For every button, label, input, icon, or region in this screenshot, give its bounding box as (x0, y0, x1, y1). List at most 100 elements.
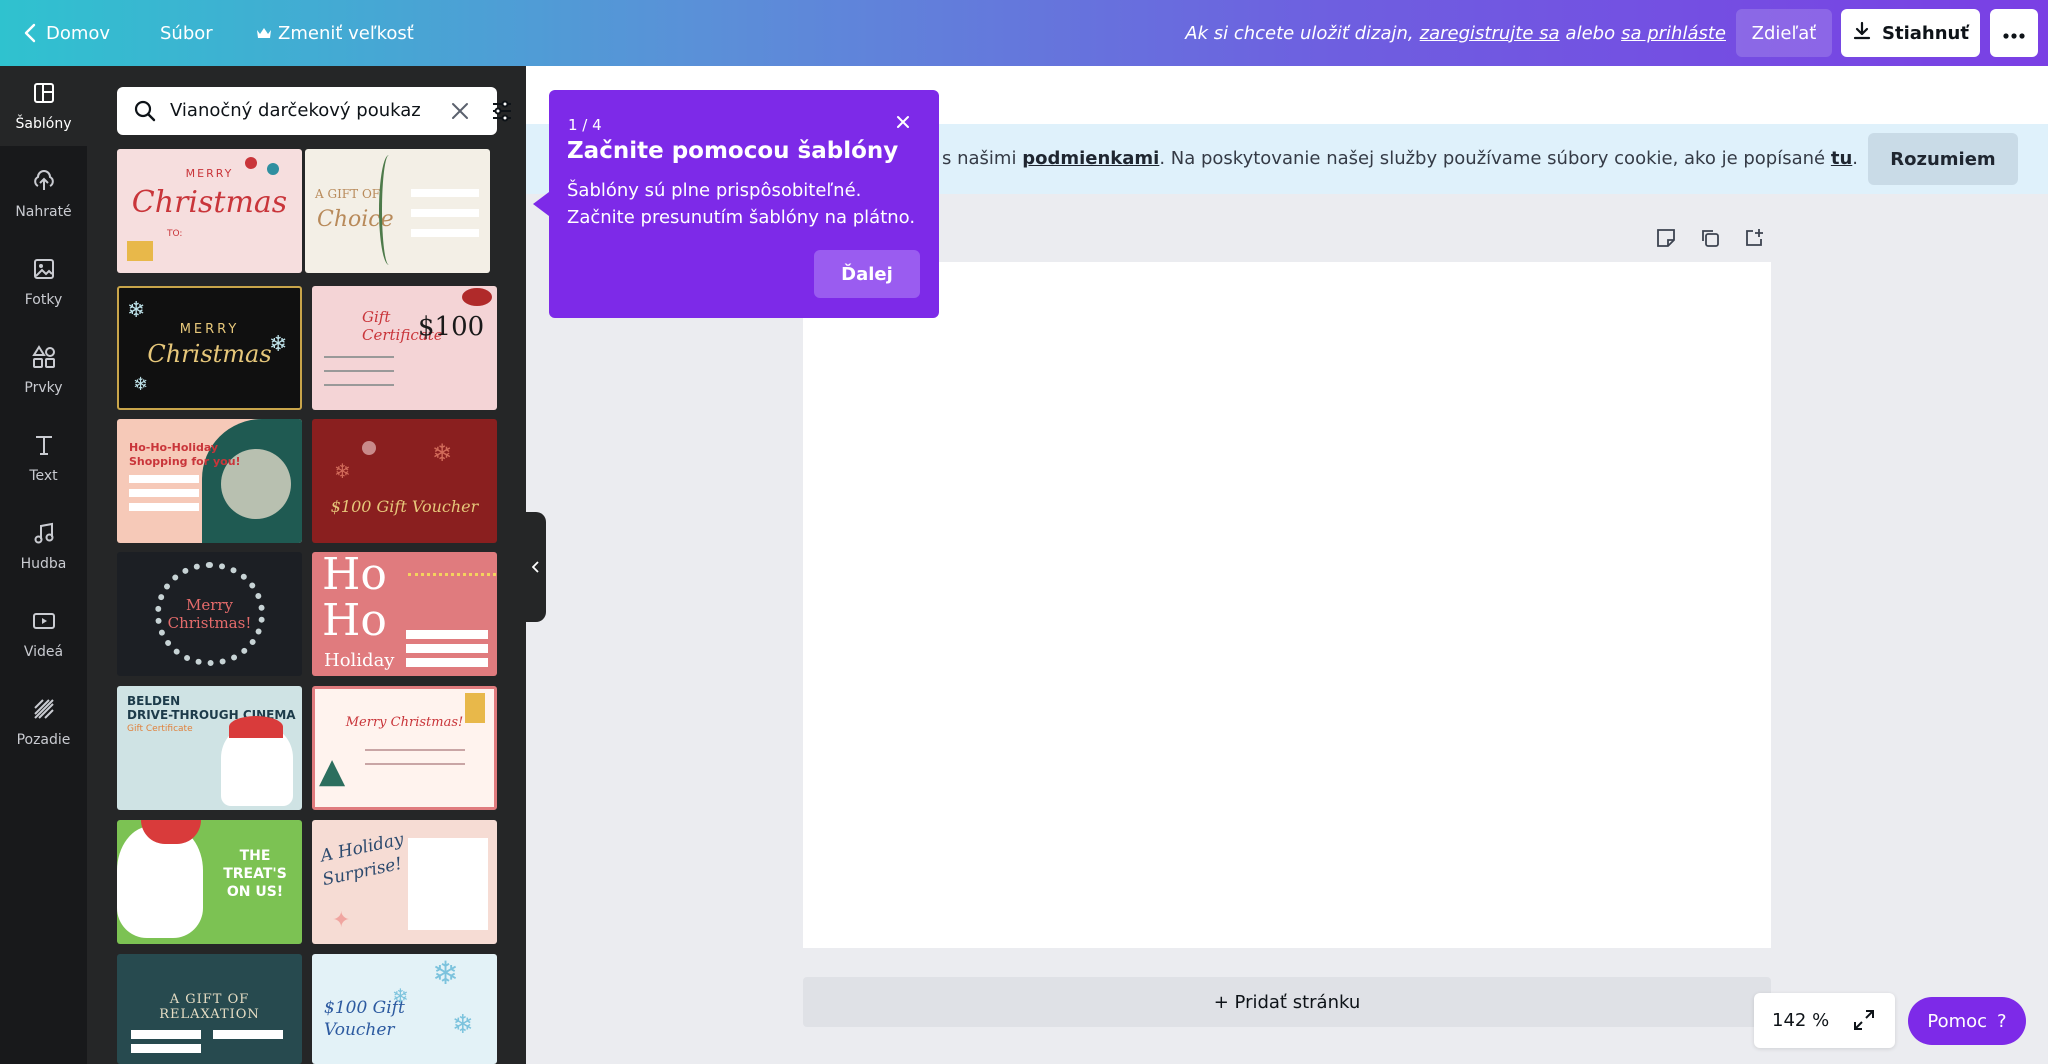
template-thumbnail[interactable]: MERRY Christmas ❄ ❄ ❄ (117, 286, 302, 410)
help-button[interactable]: Pomoc ? (1908, 997, 2026, 1045)
form-field (129, 503, 199, 511)
sidebar-item-label: Hudba (20, 556, 67, 572)
templates-panel: Vianočný darčekový poukaz MERRY Christma… (87, 66, 526, 1064)
chevron-left-icon (531, 558, 540, 577)
template-thumbnail[interactable]: BELDEN DRIVE-THROUGH CINEMA Gift Certifi… (117, 686, 302, 810)
resize-label: Zmeniť veľkosť (278, 22, 414, 44)
template-text: ON US! (226, 884, 284, 900)
filter-icon[interactable] (490, 99, 514, 127)
form-field (129, 489, 199, 497)
sidebar-item-text[interactable]: Text (0, 418, 87, 498)
share-button[interactable]: Zdieľať (1736, 9, 1832, 57)
elements-icon (31, 344, 57, 374)
fullscreen-icon[interactable] (1852, 1008, 1876, 1036)
poinsettia-icon (462, 288, 492, 306)
download-label: Stiahnuť (1882, 22, 1969, 44)
template-thumbnail[interactable]: Merry Christmas! (117, 552, 302, 676)
sidebar-item-templates[interactable]: Šablóny (0, 66, 87, 146)
template-thumbnail[interactable]: $100 Gift Voucher ❄ ❄ (312, 419, 497, 543)
template-text: TO: (167, 229, 183, 239)
ornament-icon (362, 441, 376, 455)
template-thumbnail[interactable]: Merry Christmas! ▲ (312, 686, 497, 810)
template-thumbnail[interactable]: A GIFT OF RELAXATION (117, 954, 302, 1064)
cookie-policy-link[interactable]: tu (1831, 148, 1852, 169)
cookie-text: s našimi podmienkami. Na poskytovanie na… (942, 124, 1858, 194)
clear-search-icon[interactable] (450, 101, 470, 125)
login-link[interactable]: sa prihláste (1621, 23, 1726, 44)
template-text: Merry (185, 596, 234, 614)
sidebar-item-label: Videá (23, 644, 64, 660)
upload-icon (31, 168, 57, 198)
zoom-control[interactable]: 142 % (1754, 993, 1895, 1048)
copy-icon (1699, 227, 1721, 253)
add-page-icon-button[interactable] (1740, 226, 1768, 254)
save-prompt: Ak si chcete uložiť dizajn, zaregistrujt… (1185, 0, 1726, 66)
template-text: Gift Certificate (127, 724, 193, 734)
close-icon[interactable] (896, 114, 910, 133)
more-button[interactable] (1990, 9, 2038, 57)
template-text: Ho (322, 552, 387, 600)
template-thumbnail[interactable]: Ho-Ho-Holiday Shopping for you! (117, 419, 302, 543)
template-thumbnail[interactable]: A Holiday Surprise! ✦ (312, 820, 497, 944)
sidebar-item-photos[interactable]: Fotky (0, 242, 87, 322)
register-link[interactable]: zaregistrujte sa (1420, 23, 1560, 44)
download-button[interactable]: Stiahnuť (1841, 9, 1980, 57)
template-thumbnail[interactable]: Gift Certificate $100 (312, 286, 497, 410)
collapse-panel-button[interactable] (526, 512, 546, 622)
understand-button[interactable]: Rozumiem (1868, 133, 2018, 185)
snowflake-icon: ❄ (392, 984, 409, 1008)
search-icon (133, 99, 157, 127)
prompt-prefix: Ak si chcete uložiť dizajn, (1185, 22, 1414, 44)
help-label: Pomoc (1927, 1010, 1988, 1032)
star-icon: ✦ (332, 908, 351, 933)
design-canvas[interactable] (803, 262, 1771, 948)
resize-button[interactable]: Zmeniť veľkosť (256, 0, 414, 66)
template-text: THE (239, 848, 271, 864)
cookie-text-prefix: s našimi (942, 148, 1017, 169)
form-field (131, 1044, 201, 1053)
snowflake-icon: ❄ (334, 459, 351, 483)
file-menu-button[interactable]: Súbor (160, 0, 213, 66)
search-input[interactable]: Vianočný darčekový poukaz (170, 87, 421, 135)
add-page-label: + Pridať stránku (1213, 991, 1361, 1013)
santa-face (221, 726, 293, 806)
snowflake-icon: ❄ (432, 439, 453, 467)
page-notes-button[interactable] (1652, 226, 1680, 254)
home-button[interactable]: Domov (24, 0, 110, 66)
text-icon (31, 432, 57, 462)
form-line (365, 763, 465, 765)
sidebar-item-background[interactable]: Pozadie (0, 682, 87, 762)
sidebar-item-label: Prvky (24, 380, 63, 396)
add-page-button[interactable]: + Pridať stránku (803, 977, 1771, 1027)
template-thumbnail[interactable]: MERRY Christmas TO: (117, 149, 302, 273)
tooltip-step: 1 / 4 (568, 116, 602, 134)
template-thumbnail[interactable]: $100 Gift Voucher ❄ ❄ ❄ (312, 954, 497, 1064)
template-thumbnail[interactable]: THE TREAT'S ON US! (117, 820, 302, 944)
sidebar-item-label: Fotky (24, 292, 63, 308)
note-icon (1655, 227, 1677, 253)
form-line (324, 356, 394, 358)
template-thumbnail[interactable]: A GIFT OF Choice (305, 149, 490, 273)
question-icon: ? (1997, 1010, 2007, 1032)
form-field (406, 644, 488, 653)
sidebar-item-uploads[interactable]: Nahraté (0, 154, 87, 234)
terms-link[interactable]: podmienkami (1022, 148, 1159, 169)
duplicate-page-button[interactable] (1696, 226, 1724, 254)
template-thumbnail[interactable]: Ho Ho Holiday (312, 552, 497, 676)
add-page-icon (1743, 227, 1765, 253)
sidebar-item-music[interactable]: Hudba (0, 506, 87, 586)
sidebar-item-label: Text (29, 468, 58, 484)
template-text: TREAT'S (223, 866, 287, 882)
sidebar-item-elements[interactable]: Prvky (0, 330, 87, 410)
sidebar-item-videos[interactable]: Videá (0, 594, 87, 674)
prompt-or: alebo (1565, 22, 1616, 44)
photos-icon (31, 256, 57, 286)
template-text: Voucher (324, 1020, 395, 1040)
left-rail: Šablóny Nahraté Fotky Prvky Text Hudba V… (0, 66, 87, 1064)
snowflake-icon: ❄ (127, 298, 146, 323)
next-button[interactable]: Ďalej (814, 250, 920, 298)
form-field (129, 475, 199, 483)
snowflake-icon: ❄ (269, 332, 288, 357)
template-search[interactable]: Vianočný darčekový poukaz (117, 87, 511, 135)
zoom-value[interactable]: 142 % (1772, 993, 1829, 1048)
